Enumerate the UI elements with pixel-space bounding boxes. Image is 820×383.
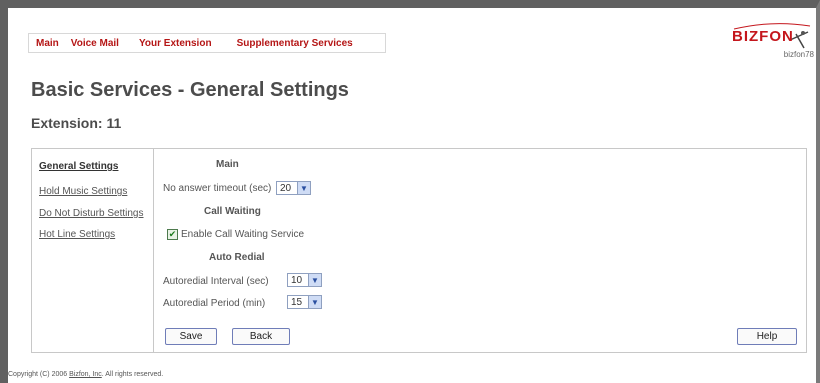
company-link[interactable]: Bizfon, Inc — [69, 371, 102, 378]
help-button[interactable]: Help — [737, 328, 797, 345]
dropdown-arrow-icon: ▼ — [297, 182, 310, 194]
logo-hostname: bizfon78 — [783, 50, 814, 59]
bizfon-logo: BIZFON bizfon78 — [732, 22, 814, 62]
call-waiting-checkbox[interactable]: ✔ — [167, 229, 178, 240]
nav-your-extension[interactable]: Your Extension — [139, 38, 212, 49]
autoredial-interval-label: Autoredial Interval (sec) — [163, 276, 269, 287]
section-main-heading: Main — [216, 159, 239, 170]
dropdown-arrow-icon: ▼ — [308, 274, 321, 286]
settings-sidebar: General Settings Hold Music Settings Do … — [32, 149, 154, 352]
nav-supplementary-services[interactable]: Supplementary Services — [237, 38, 353, 49]
sidebar-item-general-settings[interactable]: General Settings — [39, 161, 118, 172]
copyright-footer: Copyright (C) 2006 Bizfon, Inc. All righ… — [8, 371, 164, 378]
nav-voice-mail[interactable]: Voice Mail — [71, 38, 119, 49]
autoredial-period-select[interactable]: 15 ▼ — [287, 295, 322, 309]
nav-main[interactable]: Main — [36, 38, 59, 49]
settings-panel: General Settings Hold Music Settings Do … — [31, 148, 807, 353]
page-title: Basic Services - General Settings — [31, 79, 349, 101]
autoredial-interval-select[interactable]: 10 ▼ — [287, 273, 322, 287]
sidebar-item-hold-music[interactable]: Hold Music Settings — [39, 186, 127, 197]
back-button[interactable]: Back — [232, 328, 290, 345]
sidebar-item-hot-line[interactable]: Hot Line Settings — [39, 229, 115, 240]
no-answer-timeout-select[interactable]: 20 ▼ — [276, 181, 311, 195]
autoredial-period-label: Autoredial Period (min) — [163, 298, 266, 309]
section-call-waiting-heading: Call Waiting — [204, 206, 261, 217]
extension-title: Extension: 11 — [31, 115, 122, 131]
dropdown-arrow-icon: ▼ — [308, 296, 321, 308]
top-navigation: Main Voice Mail Your Extension Supplemen… — [28, 33, 386, 53]
save-button[interactable]: Save — [165, 328, 217, 345]
logo-brand-text: BIZFON — [732, 28, 794, 45]
no-answer-timeout-label: No answer timeout (sec) — [163, 183, 272, 194]
sidebar-item-do-not-disturb[interactable]: Do Not Disturb Settings — [39, 208, 144, 219]
call-waiting-label: Enable Call Waiting Service — [181, 229, 305, 240]
section-auto-redial-heading: Auto Redial — [209, 252, 265, 263]
